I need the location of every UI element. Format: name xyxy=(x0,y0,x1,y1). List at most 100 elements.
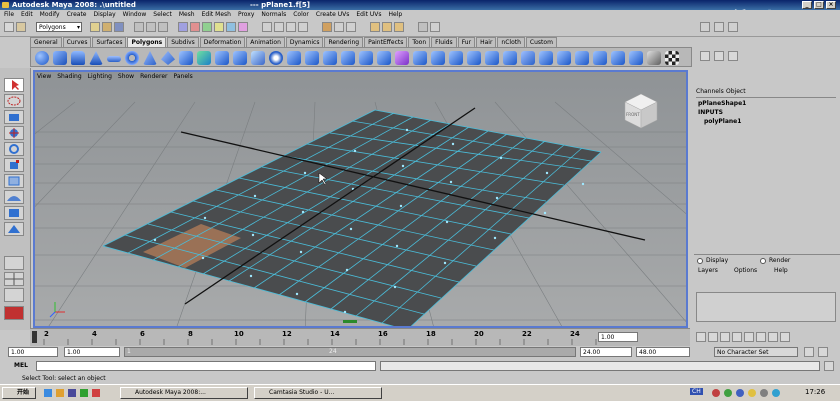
command-line-language[interactable]: MEL xyxy=(14,362,28,369)
display-radio[interactable] xyxy=(697,258,703,264)
close-button[interactable]: × xyxy=(826,1,836,9)
menu-set-dropdown[interactable]: Polygons xyxy=(36,22,82,33)
rotate-tool-icon[interactable] xyxy=(4,142,24,156)
poly-cone-icon[interactable] xyxy=(89,51,103,65)
viewport-menu-panels[interactable]: Panels xyxy=(173,72,192,81)
poly-pyramid-icon[interactable] xyxy=(161,51,175,65)
menu-edit-mesh[interactable]: Edit Mesh xyxy=(202,10,231,19)
shelf-tab-rendering[interactable]: Rendering xyxy=(324,37,364,47)
output-ops-icon[interactable] xyxy=(346,22,356,32)
menu-create-uvs[interactable]: Create UVs xyxy=(316,10,349,19)
move-tool-icon[interactable] xyxy=(4,126,24,140)
quick-launch-ie-icon[interactable] xyxy=(44,389,52,397)
shelf-tab-general[interactable]: General xyxy=(30,37,62,47)
mask-icon-2[interactable] xyxy=(190,22,200,32)
animation-end-field[interactable]: 48.00 xyxy=(636,347,690,357)
mask-icon-6[interactable] xyxy=(238,22,248,32)
ime-indicator[interactable]: CH xyxy=(690,388,703,395)
tool-settings-toggle-icon[interactable] xyxy=(714,51,724,61)
collapse-icon[interactable] xyxy=(431,51,445,65)
fill-hole-icon[interactable] xyxy=(467,51,481,65)
tray-icon-2[interactable] xyxy=(724,389,732,397)
soften-edge-icon[interactable] xyxy=(539,51,553,65)
viewport-menu-view[interactable]: View xyxy=(37,72,51,81)
render-current-icon[interactable] xyxy=(370,22,380,32)
command-input[interactable] xyxy=(36,361,376,371)
menu-edit[interactable]: Edit xyxy=(21,10,33,19)
lasso-tool-icon[interactable] xyxy=(4,94,24,108)
harden-edge-icon[interactable] xyxy=(557,51,571,65)
select-tool-icon[interactable] xyxy=(4,78,24,92)
playback-start-field[interactable]: 1.00 xyxy=(64,347,120,357)
channel-box-input-node[interactable]: polyPlane1 xyxy=(704,118,741,125)
current-frame-field[interactable]: 1.00 xyxy=(598,332,638,342)
quick-launch-app-icon[interactable] xyxy=(80,389,88,397)
quick-launch-desktop-icon[interactable] xyxy=(68,389,76,397)
step-forward-key-icon[interactable] xyxy=(768,332,778,342)
go-to-start-icon[interactable] xyxy=(696,332,706,342)
menu-window[interactable]: Window xyxy=(123,10,147,19)
menu-create[interactable]: Create xyxy=(67,10,87,19)
shelf-tab-deformation[interactable]: Deformation xyxy=(199,37,246,47)
viewport-menu-lighting[interactable]: Lighting xyxy=(88,72,112,81)
channel-box-object-name[interactable]: pPlaneShape1 xyxy=(698,100,746,107)
menu-edit-uvs[interactable]: Edit UVs xyxy=(356,10,381,19)
poly-cylinder-icon[interactable] xyxy=(71,51,85,65)
menu-select[interactable]: Select xyxy=(153,10,172,19)
select-component-icon[interactable] xyxy=(158,22,168,32)
universal-manipulator-icon[interactable] xyxy=(4,174,24,188)
viewport-menu-shading[interactable]: Shading xyxy=(57,72,81,81)
shelf-tab-polygons[interactable]: Polygons xyxy=(127,37,167,47)
playback-end-field[interactable]: 24.00 xyxy=(580,347,632,357)
open-scene-icon[interactable] xyxy=(102,22,112,32)
tray-icon-3[interactable] xyxy=(736,389,744,397)
shelf-tab-animation[interactable]: Animation xyxy=(246,37,285,47)
poly-torus-icon[interactable] xyxy=(125,51,139,65)
delete-edge-icon[interactable] xyxy=(449,51,463,65)
history-icon[interactable] xyxy=(322,22,332,32)
shelf-tab-custom[interactable]: Custom xyxy=(525,37,557,47)
render-radio[interactable] xyxy=(760,258,766,264)
menu-normals[interactable]: Normals xyxy=(261,10,286,19)
step-back-frame-icon[interactable] xyxy=(720,332,730,342)
menu-proxy[interactable]: Proxy xyxy=(238,10,254,19)
tray-icon-6[interactable] xyxy=(772,389,780,397)
menu-display[interactable]: Display xyxy=(94,10,116,19)
toggle-attribute-editor-icon[interactable] xyxy=(700,22,710,32)
shelf-tab-fur[interactable]: Fur xyxy=(457,37,476,47)
mask-icon-4[interactable] xyxy=(214,22,224,32)
render-globals-icon[interactable] xyxy=(394,22,404,32)
append-polygon-icon[interactable] xyxy=(305,51,319,65)
mask-icon[interactable] xyxy=(178,22,188,32)
perspective-outliner-layout-icon[interactable] xyxy=(4,288,24,302)
menu-help[interactable]: Help xyxy=(389,10,403,19)
insert-edge-loop-icon[interactable] xyxy=(341,51,355,65)
shelf-tab-dynamics[interactable]: Dynamics xyxy=(285,37,324,47)
auto-key-icon[interactable] xyxy=(804,347,814,357)
play-forward-icon[interactable] xyxy=(744,332,754,342)
range-slider[interactable]: 1 24 xyxy=(124,347,576,357)
planar-mapping-icon[interactable] xyxy=(575,51,589,65)
shelf-tab-ncloth[interactable]: nCloth xyxy=(497,37,525,47)
select-hierarchy-icon[interactable] xyxy=(134,22,144,32)
animation-preferences-icon[interactable] xyxy=(818,347,828,357)
animation-start-field[interactable]: 1.00 xyxy=(8,347,58,357)
shelf-tab-painteffects[interactable]: PaintEffects xyxy=(364,37,408,47)
snap-point-icon[interactable] xyxy=(286,22,296,32)
shelf-tab-toon[interactable]: Toon xyxy=(408,37,431,47)
menu-set-icon[interactable] xyxy=(16,22,26,32)
quick-launch-explorer-icon[interactable] xyxy=(56,389,64,397)
menu-modify[interactable]: Modify xyxy=(40,10,60,19)
menu-file[interactable]: File xyxy=(4,10,14,19)
poly-plane-icon[interactable] xyxy=(107,56,121,62)
boolean-icon[interactable] xyxy=(269,51,283,65)
maximize-button[interactable]: □ xyxy=(814,1,824,9)
mask-icon-3[interactable] xyxy=(202,22,212,32)
start-button[interactable]: 开始 xyxy=(2,387,36,399)
scale-tool-icon[interactable] xyxy=(4,158,24,172)
quadrangulate-icon[interactable] xyxy=(503,51,517,65)
checker-texture-icon[interactable] xyxy=(665,51,679,65)
extrude-icon[interactable] xyxy=(359,51,373,65)
poly-sphere-icon[interactable] xyxy=(35,51,49,65)
merge-icon[interactable] xyxy=(413,51,427,65)
